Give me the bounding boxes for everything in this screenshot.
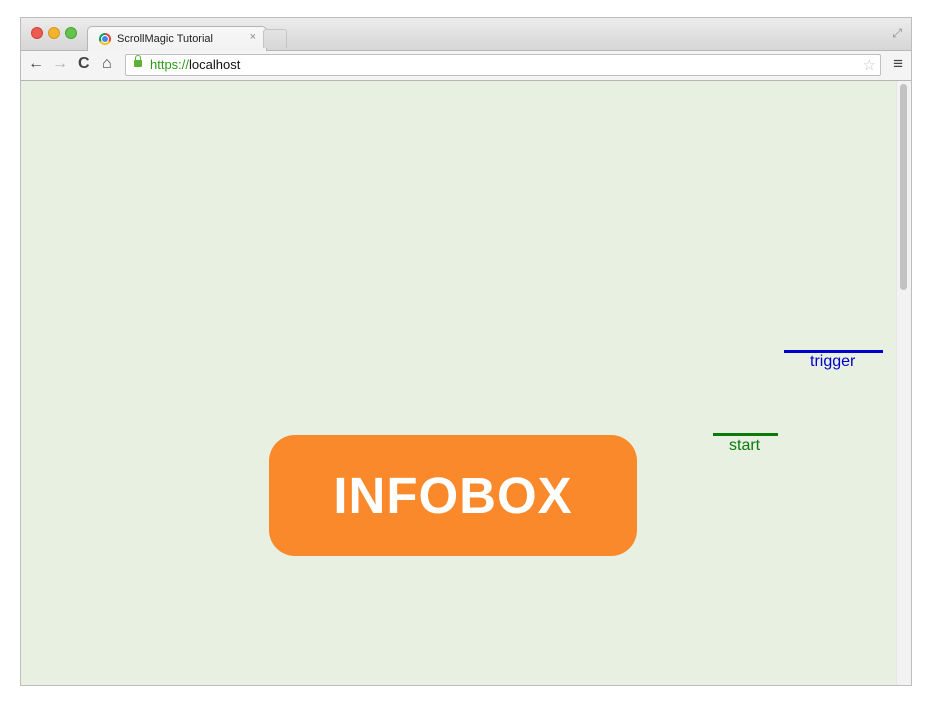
scrollbar[interactable] — [896, 81, 911, 685]
scrollbar-thumb[interactable] — [900, 84, 907, 290]
menu-icon[interactable]: ≡ — [893, 55, 903, 73]
bookmark-star-icon[interactable]: ☆ — [863, 56, 876, 74]
window-minimize-button[interactable] — [48, 27, 60, 39]
url-host: localhost — [189, 57, 241, 72]
tab-scrollmagic-tutorial[interactable]: ScrollMagic Tutorial × — [87, 26, 267, 51]
window-close-button[interactable] — [31, 27, 43, 39]
window-maximize-button[interactable] — [65, 27, 77, 39]
reload-icon[interactable]: C — [78, 55, 90, 73]
fullscreen-icon[interactable]: ⤢ — [892, 26, 902, 41]
url-scheme: https:// — [150, 57, 190, 72]
trigger-label: trigger — [810, 353, 856, 370]
home-icon[interactable]: ⌂ — [102, 55, 112, 73]
tab-title: ScrollMagic Tutorial — [117, 33, 213, 45]
page-viewport: trigger start INFOBOX — [21, 81, 911, 685]
lock-icon — [134, 55, 142, 67]
chrome-icon — [99, 33, 111, 45]
tab-strip: ScrollMagic Tutorial × ⤢ — [21, 18, 911, 51]
start-indicator-line — [713, 433, 778, 436]
browser-window: ScrollMagic Tutorial × ⤢ ← → C ⌂ https:/… — [21, 18, 911, 685]
address-bar[interactable]: https://localhost ☆ — [125, 54, 881, 76]
infobox-label: INFOBOX — [333, 467, 573, 524]
infobox: INFOBOX — [269, 435, 637, 556]
close-icon[interactable]: × — [250, 31, 256, 43]
browser-toolbar: ← → C ⌂ https://localhost ☆ ≡ — [21, 51, 911, 81]
new-tab-button[interactable] — [263, 29, 287, 48]
start-label: start — [729, 437, 761, 454]
url-text[interactable]: https://localhost — [150, 57, 240, 72]
forward-icon[interactable]: → — [52, 55, 68, 73]
back-icon[interactable]: ← — [28, 55, 44, 73]
